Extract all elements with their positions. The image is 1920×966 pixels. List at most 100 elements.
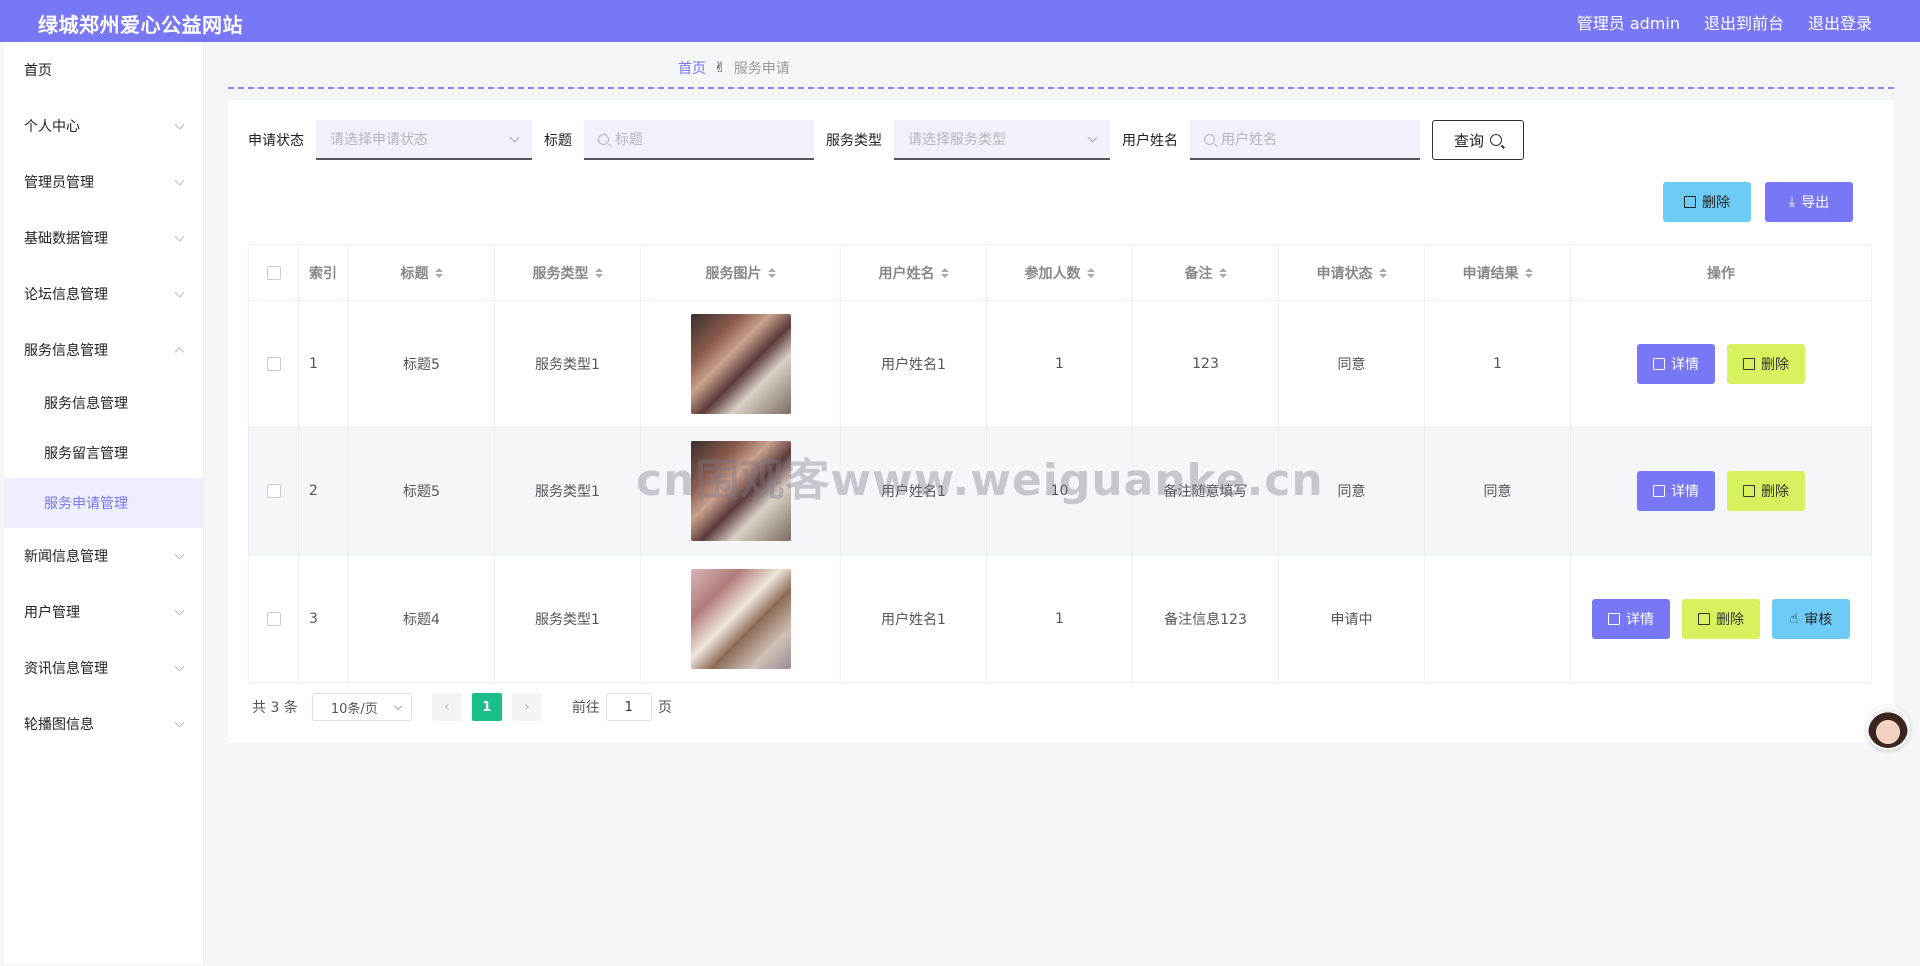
header-remark[interactable]: 备注 <box>1133 245 1279 300</box>
document-icon <box>1608 612 1620 625</box>
row-checkbox[interactable] <box>266 611 281 626</box>
page-number-current[interactable]: 1 <box>471 693 502 721</box>
next-page-button[interactable]: › <box>511 693 542 721</box>
row-remark: 123 <box>1133 301 1279 427</box>
row-index: 2 <box>299 428 349 554</box>
sidebar-item-base-data[interactable]: 基础数据管理 <box>4 210 203 266</box>
sort-icon[interactable] <box>1218 267 1227 278</box>
sidebar-item-label: 管理员管理 <box>24 175 94 191</box>
sidebar-subitem-service-application[interactable]: 服务申请管理 <box>4 478 203 528</box>
delete-label: 删除 <box>1761 357 1789 373</box>
row-select-cell <box>249 301 299 427</box>
sidebar-item-carousel[interactable]: 轮播图信息 <box>4 696 203 752</box>
title-search-input[interactable]: 标题 <box>584 120 814 160</box>
service-image[interactable] <box>690 568 791 669</box>
header-label: 申请状态 <box>1316 265 1373 282</box>
header-label: 申请结果 <box>1462 265 1519 282</box>
status-filter-select[interactable]: 请选择申请状态 <box>316 120 532 160</box>
header-service-type[interactable]: 服务类型 <box>495 245 641 300</box>
header-result[interactable]: 申请结果 <box>1425 245 1571 300</box>
sidebar-item-admin-management[interactable]: 管理员管理 <box>4 154 203 210</box>
audit-button[interactable]: ☝ 审核 <box>1772 598 1850 639</box>
select-all-checkbox[interactable] <box>266 265 281 280</box>
sidebar-item-users[interactable]: 用户管理 <box>4 584 203 640</box>
delete-button[interactable]: 删除 <box>1727 344 1805 384</box>
sidebar-item-home[interactable]: 首页 <box>4 42 203 98</box>
site-brand-title: 绿城郑州爱心公益网站 <box>38 13 243 37</box>
sidebar-item-personal-center[interactable]: 个人中心 <box>4 98 203 154</box>
export-button[interactable]: ⤓ 导出 <box>1765 182 1853 222</box>
sidebar-item-news[interactable]: 新闻信息管理 <box>4 528 203 584</box>
header-label: 标题 <box>400 265 429 282</box>
sidebar-item-information[interactable]: 资讯信息管理 <box>4 640 203 696</box>
search-filters: 申请状态 请选择申请状态 标题 标题 服务类型 请选择服务类型 用户姓名 用户姓… <box>248 120 1524 160</box>
row-checkbox[interactable] <box>266 484 281 498</box>
applications-table: 索引 标题 服务类型 服务图片 用户姓名 参加人数 备注 申请状态 申请结果 操… <box>248 244 1872 683</box>
chevron-down-icon <box>174 605 185 616</box>
header-label: 备注 <box>1184 265 1213 282</box>
detail-button[interactable]: 详情 <box>1637 471 1715 511</box>
goto-label: 前往 <box>571 700 600 716</box>
header-title[interactable]: 标题 <box>349 245 495 300</box>
header-user-name[interactable]: 用户姓名 <box>841 245 987 300</box>
row-checkbox[interactable] <box>266 357 281 371</box>
header-index: 索引 <box>299 245 349 300</box>
header-label: 索引 <box>309 265 337 282</box>
header-service-image[interactable]: 服务图片 <box>641 245 841 300</box>
sort-icon[interactable] <box>1086 267 1095 278</box>
row-image-cell <box>641 301 841 427</box>
sidebar-subitem-service-info[interactable]: 服务信息管理 <box>4 378 203 428</box>
header-participant-count[interactable]: 参加人数 <box>987 245 1133 300</box>
service-image[interactable] <box>690 314 791 414</box>
delete-button[interactable]: 删除 <box>1727 471 1805 511</box>
chevron-down-icon <box>509 132 520 143</box>
header-actions: 管理员 admin 退出到前台 退出登录 <box>1577 10 1872 34</box>
sort-icon[interactable] <box>434 267 443 278</box>
breadcrumb-home-link[interactable]: 首页 <box>678 58 706 78</box>
sidebar-item-label: 资讯信息管理 <box>24 661 108 677</box>
batch-delete-button[interactable]: 删除 <box>1663 182 1751 222</box>
detail-button[interactable]: 详情 <box>1637 344 1715 384</box>
sort-icon[interactable] <box>1378 267 1387 278</box>
chevron-down-icon <box>174 119 185 130</box>
logout-link[interactable]: 退出登录 <box>1808 10 1872 34</box>
row-result <box>1425 555 1571 682</box>
sidebar-item-forum[interactable]: 论坛信息管理 <box>4 266 203 322</box>
page-size-select[interactable]: 10条/页 <box>311 693 412 721</box>
select-all-cell <box>249 245 299 300</box>
search-icon <box>1204 133 1215 145</box>
row-service-type: 服务类型1 <box>495 301 641 427</box>
status-filter-label: 申请状态 <box>248 133 304 149</box>
chevron-right-icon: › <box>524 699 530 715</box>
delete-button[interactable]: 删除 <box>1682 598 1760 639</box>
sort-icon[interactable] <box>594 267 603 278</box>
row-select-cell <box>249 428 299 554</box>
sidebar-item-label: 服务信息管理 <box>24 343 108 359</box>
exit-to-frontend-link[interactable]: 退出到前台 <box>1704 10 1784 34</box>
sort-icon[interactable] <box>1524 267 1533 278</box>
sidebar-subitem-label: 服务申请管理 <box>44 496 128 512</box>
row-select-cell <box>249 555 299 682</box>
header-status[interactable]: 申请状态 <box>1279 245 1425 300</box>
delete-label: 删除 <box>1761 484 1789 500</box>
row-title: 标题5 <box>349 428 495 554</box>
trash-icon <box>1684 196 1696 208</box>
goto-page: 前往 1 页 <box>572 693 672 721</box>
service-image[interactable] <box>690 441 791 541</box>
document-icon <box>1653 485 1665 497</box>
row-operations: 详情 删除 <box>1571 428 1871 554</box>
sidebar-subitem-service-message[interactable]: 服务留言管理 <box>4 428 203 478</box>
query-button[interactable]: 查询 <box>1432 120 1524 160</box>
service-type-select[interactable]: 请选择服务类型 <box>894 120 1110 160</box>
detail-button[interactable]: 详情 <box>1592 598 1670 639</box>
goto-page-input[interactable]: 1 <box>605 693 652 721</box>
assistant-avatar[interactable] <box>1866 706 1910 750</box>
row-service-type: 服务类型1 <box>495 428 641 554</box>
sidebar-item-service-info[interactable]: 服务信息管理 <box>4 322 203 378</box>
user-name-search-input[interactable]: 用户姓名 <box>1190 120 1420 160</box>
sort-icon[interactable] <box>767 267 776 278</box>
breadcrumb-current: 服务申请 <box>733 61 790 77</box>
prev-page-button[interactable]: ‹ <box>431 693 462 721</box>
header-label: 参加人数 <box>1024 265 1081 282</box>
sort-icon[interactable] <box>940 267 949 278</box>
